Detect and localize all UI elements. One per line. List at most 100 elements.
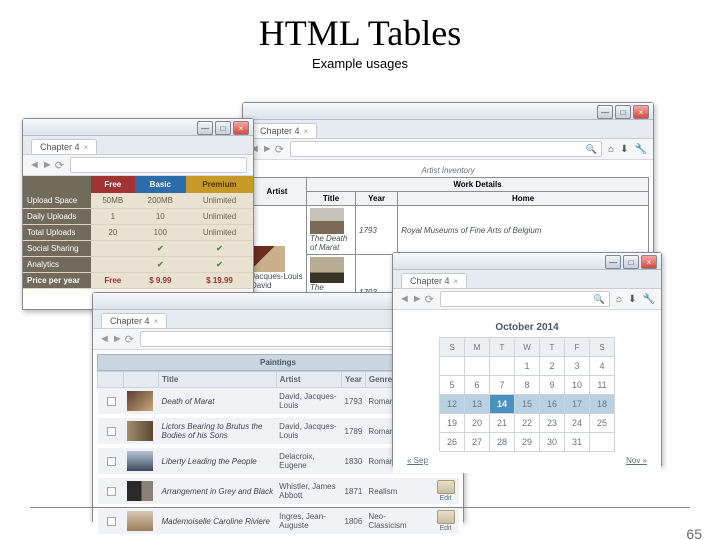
cal-day[interactable]: 25 <box>590 414 615 433</box>
row-checkbox[interactable] <box>106 396 115 405</box>
close-tab-icon[interactable]: × <box>454 277 459 286</box>
cal-next-link[interactable]: Nov » <box>626 456 647 465</box>
min-button[interactable]: — <box>605 255 621 269</box>
cal-day[interactable]: 21 <box>490 414 515 433</box>
reload-icon[interactable]: ⟳ <box>425 293 434 306</box>
painting-thumb <box>127 391 153 411</box>
row-checkbox[interactable] <box>106 486 115 495</box>
download-icon[interactable]: ⬇ <box>620 144 628 155</box>
cal-week: 567891011 <box>440 376 615 395</box>
browser-tab[interactable]: Chapter 4 × <box>101 313 167 328</box>
col-artist: Artist <box>276 372 341 388</box>
footer-rule <box>30 507 690 508</box>
back-icon[interactable]: ◄ <box>399 293 410 306</box>
col-home: Home <box>398 192 649 206</box>
row-checkbox[interactable] <box>106 426 115 435</box>
browser-tab[interactable]: Chapter 4 × <box>251 123 317 138</box>
close-button[interactable]: × <box>633 105 649 119</box>
close-tab-icon[interactable]: × <box>84 143 89 152</box>
cal-day[interactable]: 1 <box>515 357 540 376</box>
cal-day[interactable]: 18 <box>590 395 615 414</box>
cal-day[interactable]: 31 <box>565 433 590 452</box>
cal-prev-link[interactable]: « Sep <box>407 456 428 465</box>
cal-day[interactable]: 6 <box>465 376 490 395</box>
cal-day[interactable]: 28 <box>490 433 515 452</box>
close-tab-icon[interactable]: × <box>154 317 159 326</box>
max-button[interactable]: □ <box>215 121 231 135</box>
edit-link[interactable]: Edit <box>436 510 456 532</box>
cal-day[interactable] <box>590 433 615 452</box>
cal-day[interactable]: 27 <box>465 433 490 452</box>
back-icon[interactable]: ◄ <box>29 159 40 172</box>
cal-day[interactable] <box>440 357 465 376</box>
cal-day[interactable]: 7 <box>490 376 515 395</box>
col-artist: Artist <box>248 178 307 206</box>
tab-label: Chapter 4 <box>40 142 80 152</box>
cal-day[interactable]: 5 <box>440 376 465 395</box>
reload-icon[interactable]: ⟳ <box>275 143 284 156</box>
tab-label: Chapter 4 <box>110 316 150 326</box>
wrench-icon[interactable]: 🔧 <box>643 294 655 305</box>
cal-day[interactable]: 16 <box>540 395 565 414</box>
cal-day[interactable]: 24 <box>565 414 590 433</box>
close-button[interactable]: × <box>641 255 657 269</box>
browser-tab[interactable]: Chapter 4× <box>401 273 467 288</box>
url-bar[interactable]: 🔍 <box>140 331 412 347</box>
cal-dow: W <box>515 338 540 357</box>
col-basic: Basic <box>135 176 186 193</box>
back-icon[interactable]: ◄ <box>99 333 110 346</box>
browser-tab[interactable]: Chapter 4 × <box>31 139 97 154</box>
fwd-icon[interactable]: ► <box>42 159 53 172</box>
wrench-icon[interactable]: 🔧 <box>635 144 647 155</box>
fwd-icon[interactable]: ► <box>262 143 273 156</box>
download-icon[interactable]: ⬇ <box>628 294 636 305</box>
url-bar[interactable]: 🔍 <box>440 291 610 307</box>
cal-day[interactable]: 9 <box>540 376 565 395</box>
url-bar[interactable]: 🔍 <box>290 141 602 157</box>
cal-day[interactable]: 12 <box>440 395 465 414</box>
edit-link[interactable]: Edit <box>436 480 456 502</box>
cal-day[interactable]: 10 <box>565 376 590 395</box>
cal-day[interactable]: 19 <box>440 414 465 433</box>
row-checkbox[interactable] <box>106 456 115 465</box>
cal-day[interactable]: 3 <box>565 357 590 376</box>
max-button[interactable]: □ <box>615 105 631 119</box>
cal-day[interactable] <box>490 357 515 376</box>
tab-label: Chapter 4 <box>260 126 300 136</box>
home-icon[interactable]: ⌂ <box>616 294 622 305</box>
max-button[interactable]: □ <box>623 255 639 269</box>
home-icon[interactable]: ⌂ <box>608 144 614 155</box>
pricing-window: — □ × Chapter 4× ◄►⟳ Free Basic Premium … <box>22 118 254 310</box>
fwd-icon[interactable]: ► <box>112 333 123 346</box>
cal-day[interactable]: 23 <box>540 414 565 433</box>
cal-day[interactable]: 30 <box>540 433 565 452</box>
table-row: Daily Uploads110Unlimited <box>23 209 253 225</box>
cal-week: 262728293031 <box>440 433 615 452</box>
cal-day[interactable] <box>465 357 490 376</box>
cal-day[interactable]: 15 <box>515 395 540 414</box>
fwd-icon[interactable]: ► <box>412 293 423 306</box>
row-checkbox[interactable] <box>106 516 115 525</box>
cal-day[interactable]: 4 <box>590 357 615 376</box>
close-tab-icon[interactable]: × <box>304 127 309 136</box>
min-button[interactable]: — <box>597 105 613 119</box>
reload-icon[interactable]: ⟳ <box>55 159 64 172</box>
cal-day[interactable]: 17 <box>565 395 590 414</box>
work-thumb <box>310 257 344 283</box>
calendar-table: October 2014 SMTWTFS 1234567891011121314… <box>439 318 615 452</box>
inventory-window: — □ × Chapter 4× ◄►⟳ 🔍 ⌂⬇🔧 Artist Invent… <box>242 102 654 274</box>
url-bar[interactable] <box>70 157 247 173</box>
cal-day[interactable]: 20 <box>465 414 490 433</box>
reload-icon[interactable]: ⟳ <box>125 333 134 346</box>
cal-day[interactable]: 13 <box>465 395 490 414</box>
cal-day[interactable]: 2 <box>540 357 565 376</box>
cal-day[interactable]: 14 <box>490 395 515 414</box>
cal-day[interactable]: 11 <box>590 376 615 395</box>
cal-day[interactable]: 22 <box>515 414 540 433</box>
cal-day[interactable]: 8 <box>515 376 540 395</box>
min-button[interactable]: — <box>197 121 213 135</box>
painting-thumb <box>127 451 153 471</box>
close-button[interactable]: × <box>233 121 249 135</box>
cal-day[interactable]: 26 <box>440 433 465 452</box>
cal-day[interactable]: 29 <box>515 433 540 452</box>
